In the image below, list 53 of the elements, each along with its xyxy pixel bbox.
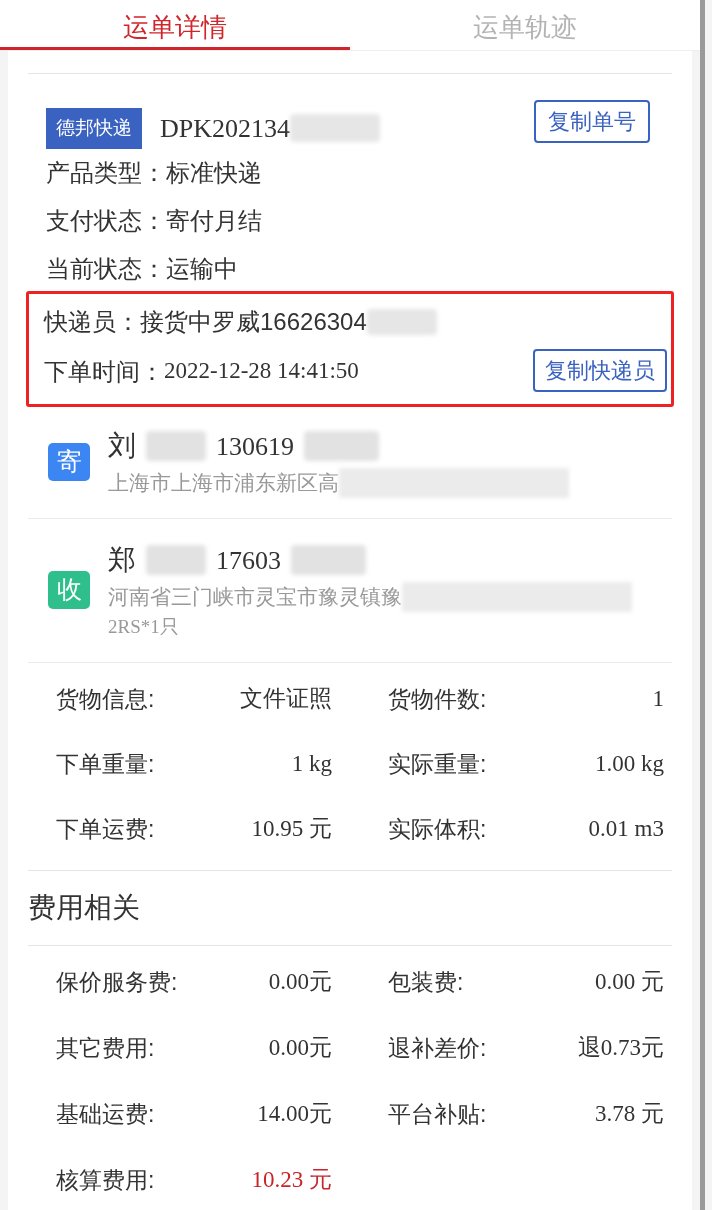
copy-number-button[interactable]: 复制单号 [534, 99, 650, 143]
field-value: 1 [652, 684, 664, 713]
carrier-badge: 德邦快递 [46, 108, 142, 149]
field-label: 基础运费: [56, 1100, 155, 1130]
field-label: 下单重量: [56, 749, 155, 779]
field-label: 实际重量: [388, 749, 487, 779]
field-value: 10.95 元 [251, 814, 332, 843]
field-label: 支付状态： [46, 205, 166, 236]
phone-number: 17603 [216, 544, 281, 577]
field-value: 3.78 元 [595, 1100, 664, 1129]
field-label: 下单时间： [44, 356, 164, 387]
field-label: 保价服务费: [56, 968, 178, 998]
field-label: 快递员： [44, 306, 140, 337]
phone-number: 130619 [216, 430, 294, 463]
field-value: 标准快递 [166, 157, 262, 188]
waybill-number: DPK202134 [160, 112, 290, 145]
field-label: 其它费用: [56, 1034, 155, 1064]
field-label: 包装费: [388, 968, 464, 998]
field-value: 0.00元 [268, 968, 332, 997]
field-label: 实际体积: [388, 814, 487, 844]
field-label: 当前状态： [46, 253, 166, 284]
field-value: 接货中罗威16626304 [140, 306, 367, 337]
contact-name: 郑 [108, 543, 136, 577]
field-value: 寄付月结 [166, 205, 262, 236]
field-value: 14.00元 [257, 1100, 332, 1129]
redaction-blur [146, 431, 206, 462]
party-badge: 寄 [48, 443, 90, 481]
contact-name: 刘 [108, 429, 136, 464]
item-note: 2RS*1只 [108, 614, 180, 639]
address-text: 河南省三门峡市灵宝市豫灵镇豫 [108, 584, 402, 610]
field-label: 退补差价: [388, 1034, 487, 1064]
field-label: 货物件数: [388, 684, 487, 714]
address-text: 上海市上海市浦东新区高 [108, 470, 339, 497]
redaction-blur [146, 545, 206, 575]
field-value: 0.00元 [268, 1034, 332, 1063]
field-value: 退0.73元 [577, 1034, 664, 1063]
field-value: 文件证照 [240, 684, 332, 713]
field-value: 1 kg [291, 749, 332, 778]
field-value: 0.01 m3 [588, 814, 664, 843]
total-amount: 10.23 元 [251, 1166, 332, 1195]
field-value: 1.00 kg [595, 749, 664, 778]
field-label: 货物信息: [56, 684, 155, 714]
field-label: 产品类型： [46, 157, 166, 188]
field-value: 2022-12-28 14:41:50 [164, 357, 359, 386]
field-label: 平台补贴: [388, 1100, 487, 1130]
field-label: 核算费用: [56, 1166, 155, 1196]
field-value: 0.00 元 [595, 968, 664, 997]
redaction-blur [366, 308, 437, 335]
field-label: 下单运费: [56, 814, 155, 844]
copy-courier-button[interactable]: 复制快递员 [533, 348, 667, 392]
party-badge: 收 [48, 571, 90, 609]
section-title: 费用相关 [28, 890, 141, 925]
field-value: 运输中 [166, 253, 238, 284]
